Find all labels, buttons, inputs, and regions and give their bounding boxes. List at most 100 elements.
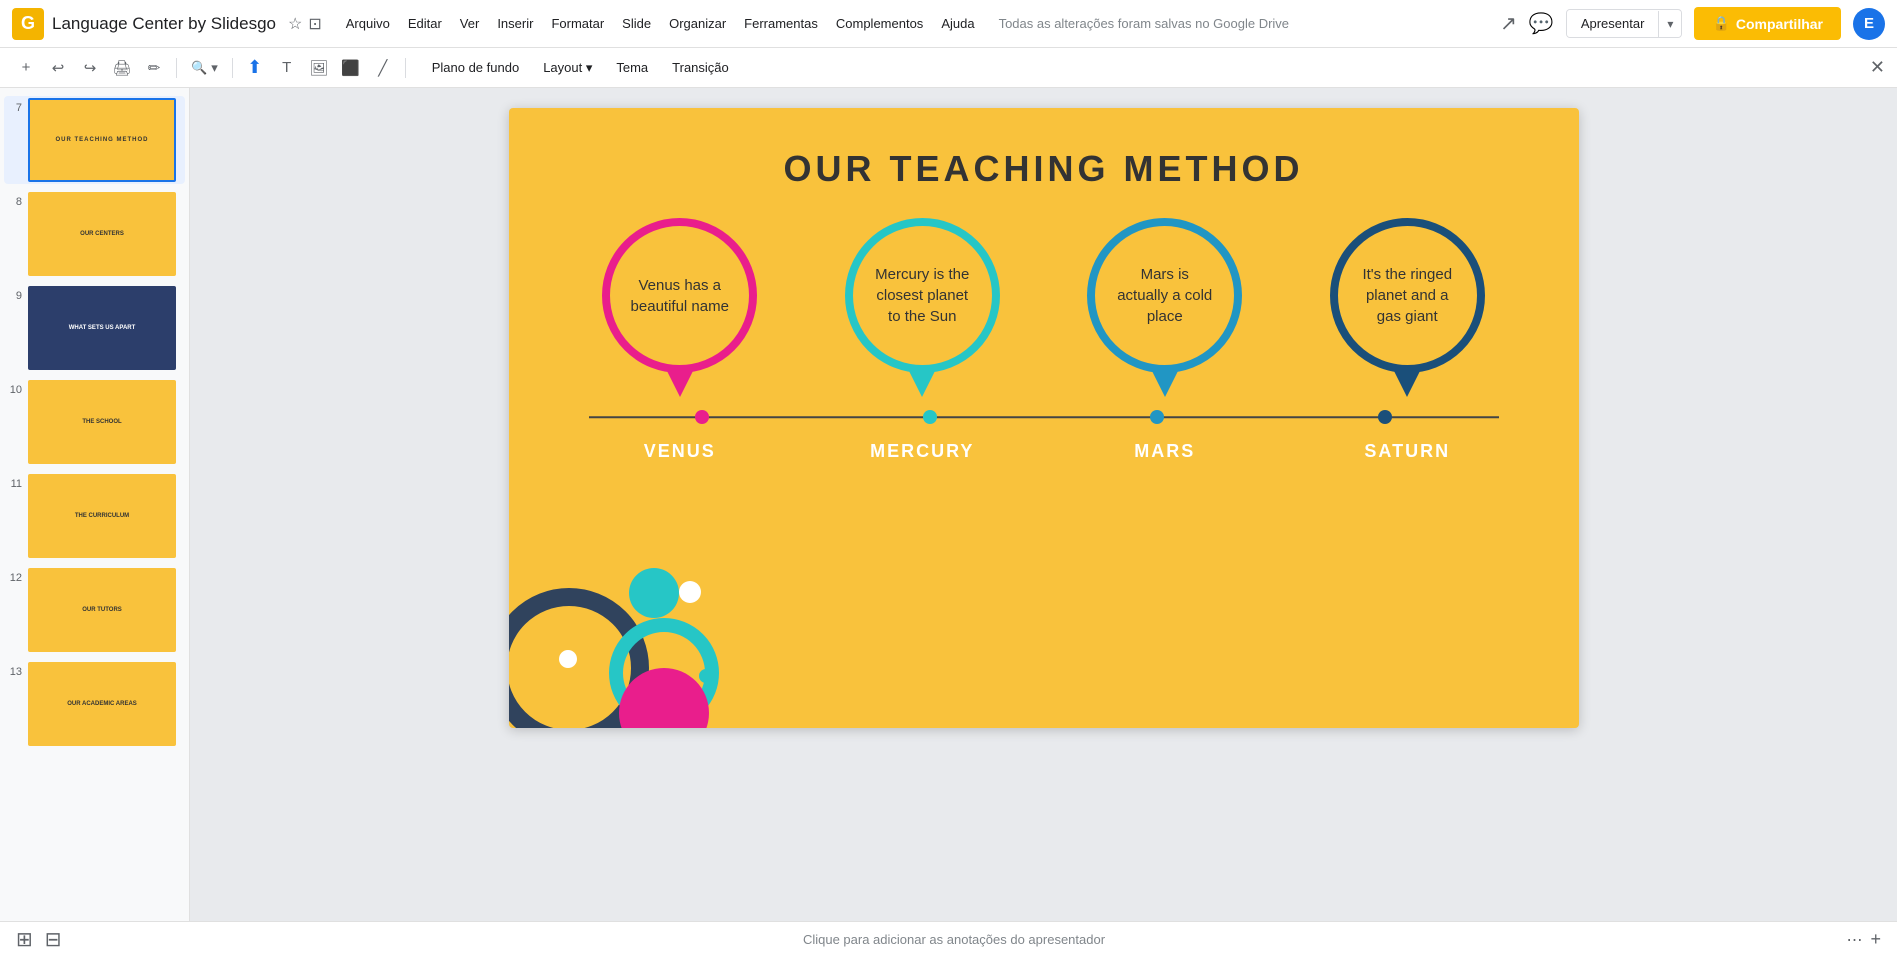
- divider-2: [232, 58, 233, 78]
- menu-editar[interactable]: Editar: [400, 12, 450, 35]
- slide-num-13: 13: [6, 666, 22, 678]
- venus-text: Venus has a beautiful name: [630, 275, 729, 317]
- shapes-button[interactable]: ⬛: [337, 54, 365, 82]
- notes-right: ⋯ +: [1846, 929, 1881, 950]
- transition-button[interactable]: Transição: [662, 56, 739, 79]
- slide-num-10: 10: [6, 384, 22, 396]
- planet-mars: Mars is actually a cold place: [1087, 218, 1242, 397]
- slide-preview-9: WHAT SETS US APART: [28, 286, 176, 370]
- redo-button[interactable]: ↪: [76, 54, 104, 82]
- saturn-text: It's the ringed planet and a gas giant: [1358, 264, 1457, 327]
- planet-labels: VENUS MERCURY MARS SATURN: [509, 441, 1579, 462]
- collapse-button[interactable]: ✕: [1870, 57, 1885, 78]
- canvas-area: OUR TEACHING METHOD Venus has a beautifu…: [190, 88, 1897, 957]
- app-logo: G: [12, 8, 44, 40]
- menu-ver[interactable]: Ver: [452, 12, 488, 35]
- saturn-pin: [1393, 369, 1421, 397]
- slide-title: OUR TEACHING METHOD: [509, 148, 1579, 190]
- mars-pin: [1151, 369, 1179, 397]
- menu-slide[interactable]: Slide: [614, 12, 659, 35]
- slide-preview-inner-10: THE SCHOOL: [30, 382, 174, 462]
- slide-thumb-11[interactable]: 11 THE CURRICULUM: [4, 472, 185, 560]
- menu-complementos[interactable]: Complementos: [828, 12, 931, 35]
- star-icon[interactable]: ☆: [288, 14, 302, 34]
- menu-inserir[interactable]: Inserir: [489, 12, 541, 35]
- activity-icon[interactable]: ↗: [1500, 11, 1517, 36]
- paint-format-button[interactable]: ✏: [140, 54, 168, 82]
- top-right-actions: ↗ 💬 Apresentar ▾ 🔒 Compartilhar E: [1500, 7, 1885, 40]
- share-label: Compartilhar: [1736, 16, 1823, 32]
- present-dropdown-arrow[interactable]: ▾: [1658, 11, 1681, 37]
- slide-preview-inner-7: OUR TEACHING METHOD: [30, 100, 174, 180]
- slide-preview-inner-12: OUR TUTORS: [30, 570, 174, 650]
- saturn-label: SATURN: [1317, 441, 1497, 462]
- share-button[interactable]: 🔒 Compartilhar: [1694, 7, 1841, 40]
- saturn-dot: [1378, 410, 1392, 424]
- slide-thumb-13[interactable]: 13 OUR ACADEMIC AREAS: [4, 660, 185, 748]
- slide-num-8: 8: [6, 196, 22, 208]
- layout-button[interactable]: Layout ▾: [533, 56, 602, 80]
- slide-preview-12: OUR TUTORS: [28, 568, 176, 652]
- top-bar: G Language Center by Slidesgo ☆ ⊡ Arquiv…: [0, 0, 1897, 48]
- notes-bar-left: ⊞ ⊟: [16, 927, 62, 952]
- slide-main[interactable]: OUR TEACHING METHOD Venus has a beautifu…: [509, 108, 1579, 728]
- mercury-circle[interactable]: Mercury is the closest planet to the Sun: [845, 218, 1000, 373]
- notes-bar: ⊞ ⊟ Clique para adicionar as anotações d…: [0, 921, 1897, 957]
- planet-mercury: Mercury is the closest planet to the Sun: [845, 218, 1000, 397]
- mars-dot: [1150, 410, 1164, 424]
- user-avatar[interactable]: E: [1853, 8, 1885, 40]
- slide-preview-inner-13: OUR ACADEMIC AREAS: [30, 664, 174, 744]
- add-button[interactable]: +: [12, 54, 40, 82]
- slide-preview-inner-11: THE CURRICULUM: [30, 476, 174, 556]
- slide-preview-7: OUR TEACHING METHOD: [28, 98, 176, 182]
- mars-circle[interactable]: Mars is actually a cold place: [1087, 218, 1242, 373]
- background-button[interactable]: Plano de fundo: [422, 56, 529, 79]
- print-button[interactable]: 🖨: [108, 54, 136, 82]
- text-box-button[interactable]: T: [273, 54, 301, 82]
- doc-title: Language Center by Slidesgo: [52, 14, 276, 34]
- cursor-button[interactable]: ⬆: [241, 54, 269, 82]
- planet-saturn: It's the ringed planet and a gas giant: [1330, 218, 1485, 397]
- lock-icon: 🔒: [1712, 15, 1729, 32]
- comments-icon[interactable]: 💬: [1529, 11, 1554, 36]
- grid-view-icon[interactable]: ⊞: [16, 927, 33, 952]
- slide-thumb-10[interactable]: 10 THE SCHOOL: [4, 378, 185, 466]
- image-button[interactable]: 🖼: [305, 54, 333, 82]
- venus-label: VENUS: [590, 441, 770, 462]
- slides-panel: 7 OUR TEACHING METHOD 8 OUR CENTERS 9 WH…: [0, 88, 190, 957]
- planet-venus: Venus has a beautiful name: [602, 218, 757, 397]
- zoom-plus-icon[interactable]: +: [1870, 929, 1881, 950]
- theme-button[interactable]: Tema: [606, 56, 658, 79]
- notes-placeholder[interactable]: Clique para adicionar as anotações do ap…: [78, 932, 1831, 947]
- slide-num-7: 7: [6, 102, 22, 114]
- line-button[interactable]: ╱: [369, 54, 397, 82]
- drive-icon[interactable]: ⊡: [308, 14, 321, 34]
- list-view-icon[interactable]: ⊟: [45, 927, 62, 952]
- slide-preview-13: OUR ACADEMIC AREAS: [28, 662, 176, 746]
- undo-button[interactable]: ↩: [44, 54, 72, 82]
- menu-ajuda[interactable]: Ajuda: [933, 12, 982, 35]
- toolbar: + ↩ ↪ 🖨 ✏ 🔍 ▾ ⬆ T 🖼 ⬛ ╱ Plano de fundo L…: [0, 48, 1897, 88]
- slide-thumb-7[interactable]: 7 OUR TEACHING METHOD: [4, 96, 185, 184]
- menu-organizar[interactable]: Organizar: [661, 12, 734, 35]
- venus-circle[interactable]: Venus has a beautiful name: [602, 218, 757, 373]
- menu-ferramentas[interactable]: Ferramentas: [736, 12, 826, 35]
- present-label: Apresentar: [1567, 10, 1659, 37]
- slide-thumb-12[interactable]: 12 OUR TUTORS: [4, 566, 185, 654]
- mars-text: Mars is actually a cold place: [1115, 264, 1214, 327]
- save-status: Todas as alterações foram salvas no Goog…: [999, 16, 1289, 31]
- mercury-text: Mercury is the closest planet to the Sun: [873, 264, 972, 327]
- menu-formatar[interactable]: Formatar: [543, 12, 612, 35]
- timeline: [589, 407, 1499, 427]
- saturn-circle[interactable]: It's the ringed planet and a gas giant: [1330, 218, 1485, 373]
- mars-label: MARS: [1075, 441, 1255, 462]
- zoom-control[interactable]: 🔍 ▾: [185, 58, 224, 78]
- present-button[interactable]: Apresentar ▾: [1566, 9, 1683, 38]
- expand-icon[interactable]: ⋯: [1846, 930, 1862, 950]
- slide-preview-inner-8: OUR CENTERS: [30, 194, 174, 274]
- menu-arquivo[interactable]: Arquivo: [338, 12, 398, 35]
- slide-thumb-8[interactable]: 8 OUR CENTERS: [4, 190, 185, 278]
- slide-thumb-9[interactable]: 9 WHAT SETS US APART: [4, 284, 185, 372]
- slide-num-11: 11: [6, 478, 22, 490]
- mercury-label: MERCURY: [832, 441, 1012, 462]
